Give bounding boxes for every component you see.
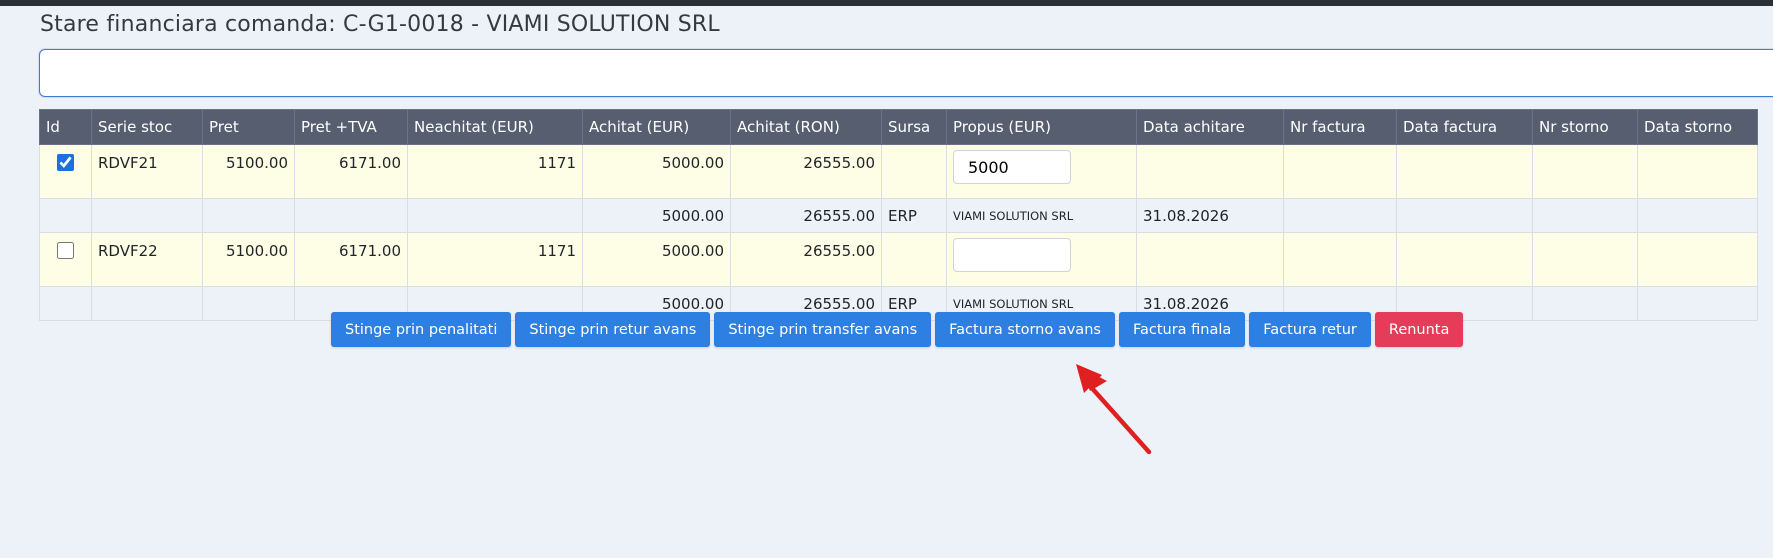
column-header-data-achitare[interactable]: Data achitare	[1136, 109, 1284, 145]
column-header-sursa[interactable]: Sursa	[881, 109, 947, 145]
cell-achitat-ron: 26555.00	[730, 232, 882, 287]
row-select-checkbox[interactable]	[57, 242, 74, 259]
cell-serie-stoc	[91, 286, 203, 321]
table-row: RDVF21 5100.00 6171.00 1171 5000.00 2655…	[39, 144, 1758, 199]
cell-pret-tva: 6171.00	[294, 232, 408, 287]
stinge-transfer-avans-button[interactable]: Stinge prin transfer avans	[714, 312, 932, 347]
page-title: Stare financiara comanda: C-G1-0018 - VI…	[40, 12, 720, 37]
cell-data-factura	[1396, 232, 1533, 287]
cell-serie-stoc: RDVF21	[91, 144, 203, 199]
column-header-pret[interactable]: Pret	[202, 109, 295, 145]
propus-input[interactable]	[953, 238, 1071, 272]
cell-pret-tva	[294, 198, 408, 233]
top-strip	[0, 0, 1773, 6]
table-header-row: Id Serie stoc Pret Pret +TVA Neachitat (…	[39, 109, 1758, 145]
factura-retur-button[interactable]: Factura retur	[1249, 312, 1371, 347]
column-header-nr-storno[interactable]: Nr storno	[1532, 109, 1638, 145]
cell-achitat-ron: 26555.00	[730, 144, 882, 199]
cell-pret: 5100.00	[202, 232, 295, 287]
column-header-data-factura[interactable]: Data factura	[1396, 109, 1533, 145]
column-header-data-storno[interactable]: Data storno	[1637, 109, 1758, 145]
cell-data-achitare: 31.08.2026	[1136, 198, 1284, 233]
renunta-button[interactable]: Renunta	[1374, 312, 1464, 347]
action-buttons: Stinge prin penalitati Stinge prin retur…	[331, 312, 1464, 347]
column-header-id[interactable]: Id	[39, 109, 92, 145]
cell-achitat-eur: 5000.00	[582, 232, 731, 287]
table-row: RDVF22 5100.00 6171.00 1171 5000.00 2655…	[39, 232, 1758, 287]
stinge-penalitati-button[interactable]: Stinge prin penalitati	[331, 312, 512, 347]
cell-propus	[946, 232, 1137, 287]
cell-achitat-ron: 26555.00	[730, 198, 882, 233]
cell-nr-factura	[1283, 232, 1397, 287]
cell-pret: 5100.00	[202, 144, 295, 199]
column-header-achitat-eur[interactable]: Achitat (EUR)	[582, 109, 731, 145]
cell-data-storno	[1637, 232, 1758, 287]
cell-nr-storno	[1532, 198, 1638, 233]
cell-sursa: ERP	[881, 198, 947, 233]
column-header-nr-factura[interactable]: Nr factura	[1283, 109, 1397, 145]
payment-row: 5000.00 26555.00 ERP VIAMI SOLUTION SRL …	[39, 198, 1758, 233]
cell-nr-storno	[1532, 286, 1638, 321]
factura-storno-avans-button[interactable]: Factura storno avans	[935, 312, 1115, 347]
cell-data-storno	[1637, 198, 1758, 233]
column-header-propus[interactable]: Propus (EUR)	[946, 109, 1137, 145]
cell-data-storno	[1637, 144, 1758, 199]
cell-serie-stoc: RDVF22	[91, 232, 203, 287]
cell-pret	[202, 286, 295, 321]
cell-serie-stoc	[91, 198, 203, 233]
cell-pret-tva: 6171.00	[294, 144, 408, 199]
cell-achitat-eur: 5000.00	[582, 144, 731, 199]
column-header-neachitat[interactable]: Neachitat (EUR)	[407, 109, 583, 145]
cell-neachitat: 1171	[407, 144, 583, 199]
row-select-checkbox[interactable]	[57, 154, 74, 171]
column-header-serie-stoc[interactable]: Serie stoc	[91, 109, 203, 145]
column-header-pret-tva[interactable]: Pret +TVA	[294, 109, 408, 145]
factura-finala-button[interactable]: Factura finala	[1118, 312, 1246, 347]
cell-client: VIAMI SOLUTION SRL	[946, 198, 1137, 233]
cell-sursa	[881, 144, 947, 199]
cell-nr-storno	[1532, 232, 1638, 287]
cell-nr-factura	[1283, 198, 1397, 233]
column-header-achitat-ron[interactable]: Achitat (RON)	[730, 109, 882, 145]
cell-achitat-eur: 5000.00	[582, 198, 731, 233]
cell-data-storno	[1637, 286, 1758, 321]
cell-nr-storno	[1532, 144, 1638, 199]
cell-data-achitare	[1136, 232, 1284, 287]
cell-data-factura	[1396, 144, 1533, 199]
cell-neachitat	[407, 198, 583, 233]
cell-id	[39, 286, 92, 321]
cell-id	[39, 144, 92, 199]
cell-pret	[202, 198, 295, 233]
search-input[interactable]	[39, 49, 1773, 97]
cell-id	[39, 232, 92, 287]
propus-input[interactable]	[953, 150, 1071, 184]
cell-id	[39, 198, 92, 233]
stinge-retur-avans-button[interactable]: Stinge prin retur avans	[515, 312, 711, 347]
cell-neachitat: 1171	[407, 232, 583, 287]
cell-data-achitare	[1136, 144, 1284, 199]
cell-data-factura	[1396, 198, 1533, 233]
payments-table: Id Serie stoc Pret Pret +TVA Neachitat (…	[39, 109, 1758, 321]
red-arrow-icon	[1076, 364, 1152, 455]
cell-nr-factura	[1283, 144, 1397, 199]
cell-propus	[946, 144, 1137, 199]
cell-sursa	[881, 232, 947, 287]
